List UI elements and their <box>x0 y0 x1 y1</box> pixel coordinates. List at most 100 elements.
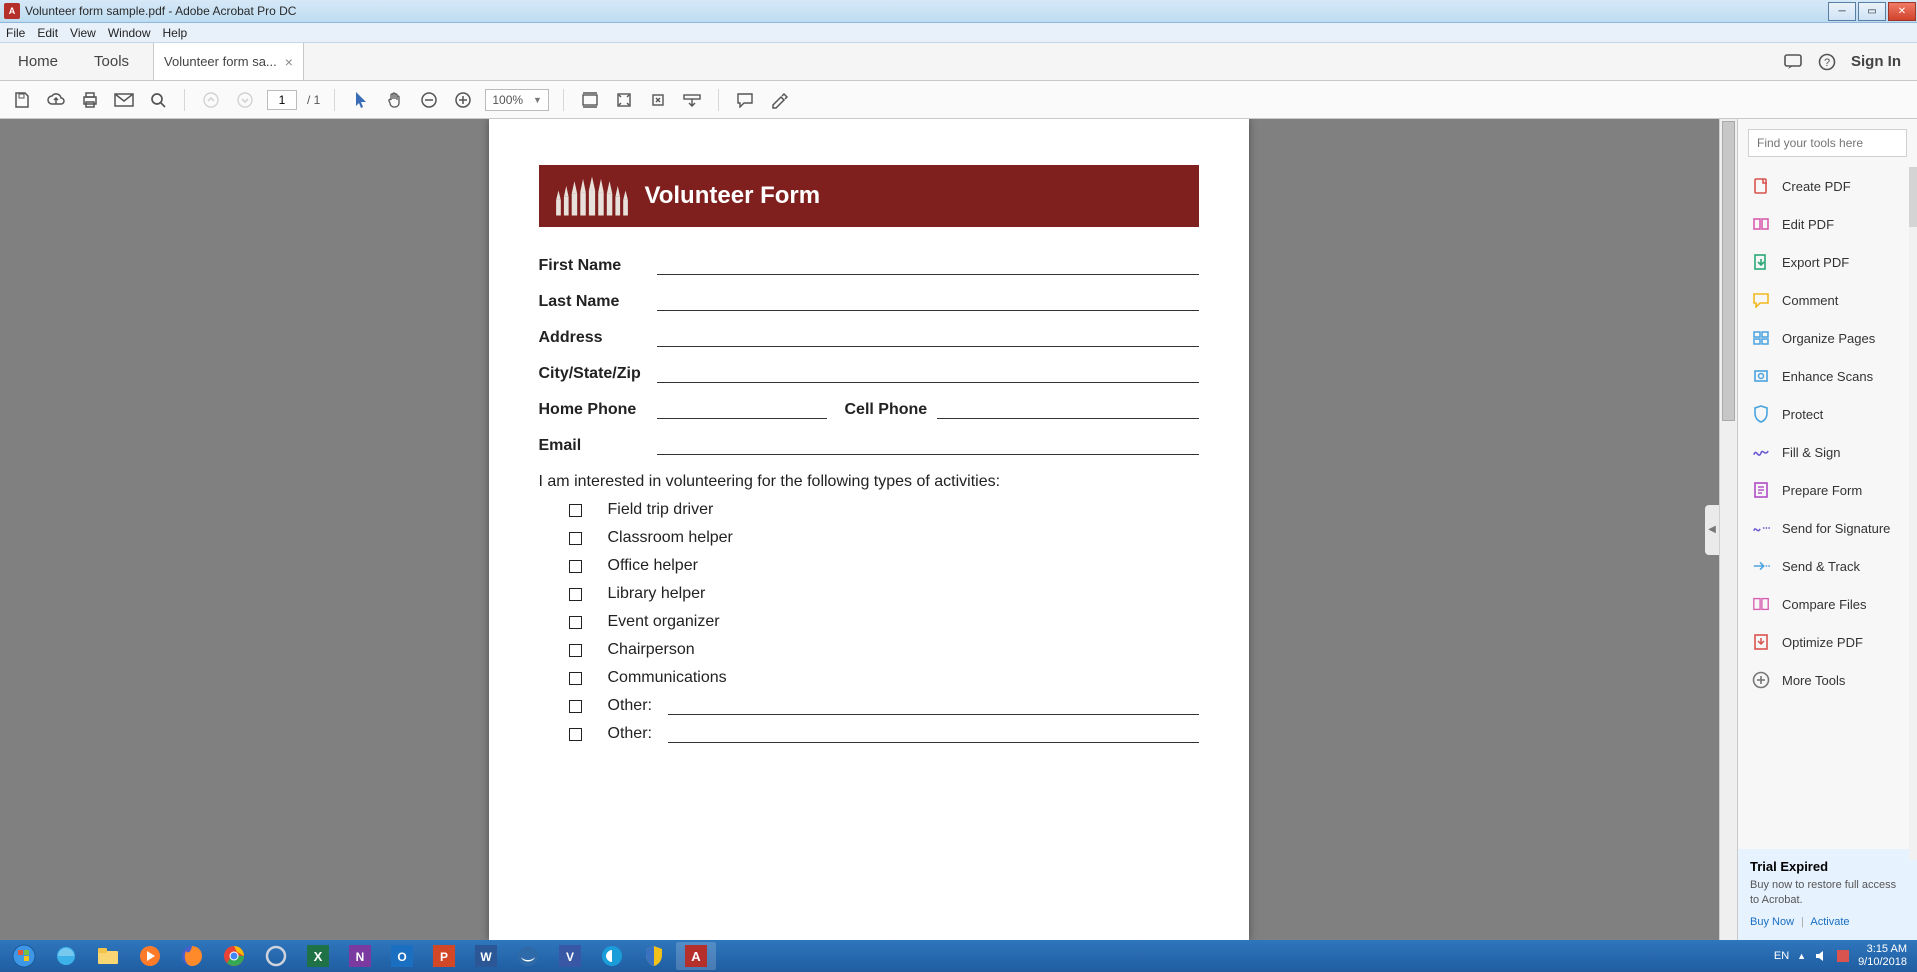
menu-window[interactable]: Window <box>108 26 151 40</box>
checkbox[interactable] <box>569 700 582 713</box>
protect-icon <box>1752 405 1770 423</box>
taskbar-visio-icon[interactable]: V <box>550 942 590 970</box>
tray-clock[interactable]: 3:15 AM 9/10/2018 <box>1858 943 1907 968</box>
taskbar-excel-icon[interactable]: X <box>298 942 338 970</box>
read-mode-icon[interactable] <box>680 88 704 112</box>
tool-item-optimize-pdf[interactable]: Optimize PDF <box>1742 623 1913 661</box>
notification-icon[interactable] <box>1783 52 1803 72</box>
input-address[interactable] <box>657 329 1199 347</box>
tool-item-more-tools[interactable]: More Tools <box>1742 661 1913 699</box>
search-icon[interactable] <box>146 88 170 112</box>
input-home-phone[interactable] <box>657 401 827 419</box>
checkbox[interactable] <box>569 588 582 601</box>
input-first-name[interactable] <box>657 257 1199 275</box>
tray-language[interactable]: EN <box>1774 950 1789 962</box>
taskbar-openoffice-icon[interactable] <box>592 942 632 970</box>
hand-icon[interactable] <box>383 88 407 112</box>
checkbox[interactable] <box>569 560 582 573</box>
input-cell-phone[interactable] <box>937 401 1198 419</box>
highlight-icon[interactable] <box>767 88 791 112</box>
home-button[interactable]: Home <box>0 43 76 80</box>
checkbox[interactable] <box>569 532 582 545</box>
tools-button[interactable]: Tools <box>76 43 147 80</box>
tool-item-protect[interactable]: Protect <box>1742 395 1913 433</box>
tool-item-label: Create PDF <box>1782 179 1851 194</box>
email-icon[interactable] <box>112 88 136 112</box>
start-button[interactable] <box>4 942 44 970</box>
input-city-state-zip[interactable] <box>657 365 1199 383</box>
fit-width-icon[interactable] <box>578 88 602 112</box>
comment-icon[interactable] <box>733 88 757 112</box>
taskbar-onenote-icon[interactable]: N <box>340 942 380 970</box>
checkbox[interactable] <box>569 728 582 741</box>
menu-file[interactable]: File <box>6 26 25 40</box>
taskbar-word-icon[interactable]: W <box>466 942 506 970</box>
tools-scrollbar[interactable] <box>1909 167 1917 860</box>
checkbox[interactable] <box>569 504 582 517</box>
page-up-icon[interactable] <box>199 88 223 112</box>
taskbar-cortana-icon[interactable] <box>256 942 296 970</box>
tool-item-create-pdf[interactable]: Create PDF <box>1742 167 1913 205</box>
tab-close-icon[interactable]: × <box>285 54 293 70</box>
tool-item-compare-files[interactable]: Compare Files <box>1742 585 1913 623</box>
zoom-out-icon[interactable] <box>417 88 441 112</box>
zoom-in-icon[interactable] <box>451 88 475 112</box>
taskbar-thunderbird-icon[interactable] <box>508 942 548 970</box>
taskbar-media-icon[interactable] <box>130 942 170 970</box>
help-icon[interactable]: ? <box>1817 52 1837 72</box>
close-button[interactable]: ✕ <box>1888 2 1916 21</box>
cloud-icon[interactable] <box>44 88 68 112</box>
taskbar-security-icon[interactable] <box>634 942 674 970</box>
taskbar-chrome-icon[interactable] <box>214 942 254 970</box>
tray-volume-icon[interactable] <box>1814 949 1828 963</box>
tools-search-input[interactable] <box>1748 129 1907 157</box>
menu-help[interactable]: Help <box>163 26 188 40</box>
taskbar-ie-icon[interactable] <box>46 942 86 970</box>
tool-item-label: Comment <box>1782 293 1838 308</box>
minimize-button[interactable]: ─ <box>1828 2 1856 21</box>
zoom-select[interactable]: 100%▼ <box>485 89 549 111</box>
pointer-icon[interactable] <box>349 88 373 112</box>
taskbar-outlook-icon[interactable]: O <box>382 942 422 970</box>
tool-item-send-track[interactable]: Send & Track <box>1742 547 1913 585</box>
taskbar-acrobat-icon[interactable]: A <box>676 942 716 970</box>
menu-view[interactable]: View <box>70 26 96 40</box>
input-email[interactable] <box>657 437 1199 455</box>
tool-item-enhance-scans[interactable]: Enhance Scans <box>1742 357 1913 395</box>
trial-buy-link[interactable]: Buy Now <box>1750 916 1794 928</box>
chevron-down-icon: ▼ <box>533 95 542 105</box>
tool-item-prepare-form[interactable]: Prepare Form <box>1742 471 1913 509</box>
checkbox[interactable] <box>569 644 582 657</box>
checkbox[interactable] <box>569 616 582 629</box>
save-icon[interactable] <box>10 88 34 112</box>
rotate-icon[interactable] <box>646 88 670 112</box>
taskbar-explorer-icon[interactable] <box>88 942 128 970</box>
signin-button[interactable]: Sign In <box>1851 53 1901 70</box>
tray-up-icon[interactable]: ▲ <box>1797 951 1806 961</box>
checkbox[interactable] <box>569 672 582 685</box>
tray-flag-icon[interactable] <box>1836 949 1850 963</box>
doc-scrollbar[interactable] <box>1719 119 1737 940</box>
tool-item-send-for-signature[interactable]: Send for Signature <box>1742 509 1913 547</box>
input-last-name[interactable] <box>657 293 1199 311</box>
page-number-input[interactable] <box>267 90 297 110</box>
taskbar-firefox-icon[interactable] <box>172 942 212 970</box>
input-other[interactable] <box>668 725 1199 743</box>
document-tab[interactable]: Volunteer form sa... × <box>153 43 304 80</box>
document-viewport[interactable]: Volunteer Form First Name Last Name Addr… <box>0 119 1737 940</box>
maximize-button[interactable]: ▭ <box>1858 2 1886 21</box>
sendsig-icon <box>1752 519 1770 537</box>
page-down-icon[interactable] <box>233 88 257 112</box>
tool-item-edit-pdf[interactable]: Edit PDF <box>1742 205 1913 243</box>
tool-item-fill-sign[interactable]: Fill & Sign <box>1742 433 1913 471</box>
trial-activate-link[interactable]: Activate <box>1810 916 1849 928</box>
input-other[interactable] <box>668 697 1199 715</box>
taskbar-powerpoint-icon[interactable]: P <box>424 942 464 970</box>
print-icon[interactable] <box>78 88 102 112</box>
right-flyout-handle[interactable]: ◀ <box>1705 505 1719 555</box>
tool-item-export-pdf[interactable]: Export PDF <box>1742 243 1913 281</box>
fit-page-icon[interactable] <box>612 88 636 112</box>
tool-item-comment[interactable]: Comment <box>1742 281 1913 319</box>
menu-edit[interactable]: Edit <box>37 26 58 40</box>
tool-item-organize-pages[interactable]: Organize Pages <box>1742 319 1913 357</box>
